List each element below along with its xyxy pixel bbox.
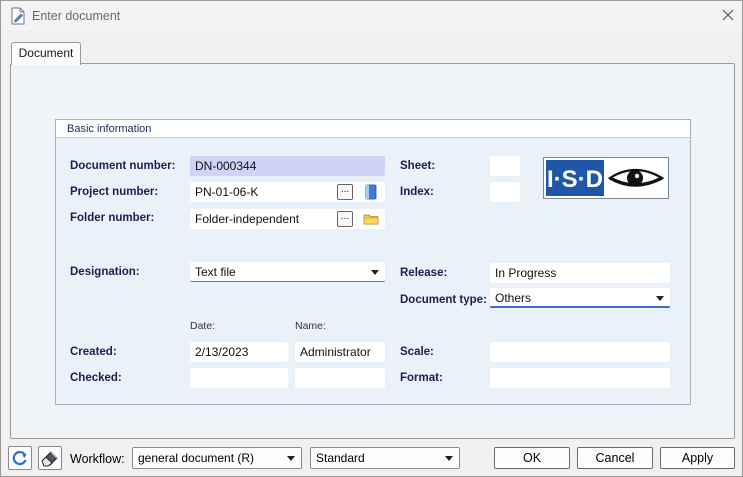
folder-number-field[interactable]: Folder-independent <box>190 209 385 229</box>
document-type-dropdown[interactable]: Others <box>490 288 670 308</box>
project-number-field[interactable]: PN-01-06-K <box>190 182 385 202</box>
group-title: Basic information <box>67 123 152 135</box>
folder-number-value: Folder-independent <box>195 212 300 226</box>
standard-dropdown[interactable]: Standard <box>310 447 460 469</box>
document-number-label: Document number: <box>70 160 176 172</box>
sheet-field[interactable] <box>490 156 520 176</box>
index-field[interactable] <box>490 182 520 202</box>
window-title: Enter document <box>32 9 121 23</box>
workflow-label: Workflow: <box>70 452 125 466</box>
chevron-down-icon <box>371 270 379 275</box>
book-icon[interactable] <box>364 184 378 200</box>
document-edit-icon <box>11 7 25 25</box>
sheet-label: Sheet: <box>400 160 436 172</box>
tab-document[interactable]: Document <box>11 42 81 65</box>
group-header: Basic information <box>56 120 690 138</box>
basic-information-group: Basic information Document number: DN-00… <box>55 119 691 405</box>
chevron-down-icon <box>656 296 664 301</box>
document-number-field[interactable]: DN-000344 <box>190 156 385 176</box>
refresh-icon <box>12 450 27 466</box>
isd-logo-graphic: I·S·D <box>546 160 666 196</box>
format-field[interactable] <box>490 368 670 388</box>
designation-dropdown[interactable]: Text file <box>190 262 385 282</box>
checked-name-field[interactable] <box>295 368 385 388</box>
cancel-button[interactable]: Cancel <box>577 447 653 469</box>
document-type-value: Others <box>495 291 532 305</box>
folder-icon[interactable] <box>363 211 379 227</box>
created-name-field[interactable]: Administrator <box>295 342 385 362</box>
close-icon[interactable] <box>719 6 737 24</box>
standard-value: Standard <box>316 451 365 465</box>
name-column-header: Name: <box>295 320 326 332</box>
project-number-value: PN-01-06-K <box>195 185 259 199</box>
eraser-icon <box>41 451 58 467</box>
folder-number-label: Folder number: <box>70 212 155 224</box>
footer-bar: Workflow: general document (R) Standard … <box>1 443 742 477</box>
workflow-dropdown[interactable]: general document (R) <box>132 447 302 469</box>
project-number-browse-button[interactable]: ... <box>337 184 353 200</box>
logo-text: I·S·D <box>547 166 603 193</box>
project-number-label: Project number: <box>70 186 159 198</box>
apply-button[interactable]: Apply <box>660 447 735 469</box>
chevron-down-icon <box>287 456 295 461</box>
document-type-label: Document type: <box>400 294 487 306</box>
refresh-button[interactable] <box>8 446 32 470</box>
isd-logo: I·S·D <box>543 157 669 199</box>
date-column-header: Date: <box>190 320 216 332</box>
chevron-down-icon <box>445 456 453 461</box>
enter-document-dialog: Enter document Document Basic informatio… <box>0 0 743 477</box>
folder-number-browse-button[interactable]: ... <box>337 211 353 227</box>
checked-label: Checked: <box>70 372 122 384</box>
eraser-button[interactable] <box>38 446 62 470</box>
title-bar: Enter document <box>1 1 742 31</box>
scale-label: Scale: <box>400 346 434 358</box>
format-label: Format: <box>400 372 443 384</box>
created-date-field[interactable]: 2/13/2023 <box>190 342 288 362</box>
release-field[interactable]: In Progress <box>490 263 670 283</box>
created-label: Created: <box>70 346 117 358</box>
designation-value: Text file <box>195 265 236 279</box>
scale-field[interactable] <box>490 342 670 362</box>
designation-label: Designation: <box>70 266 140 278</box>
ok-button[interactable]: OK <box>494 447 570 469</box>
index-label: Index: <box>400 186 434 198</box>
document-tab-panel: Basic information Document number: DN-00… <box>10 63 735 439</box>
checked-date-field[interactable] <box>190 368 288 388</box>
release-label: Release: <box>400 267 448 279</box>
workflow-value: general document (R) <box>138 451 255 465</box>
